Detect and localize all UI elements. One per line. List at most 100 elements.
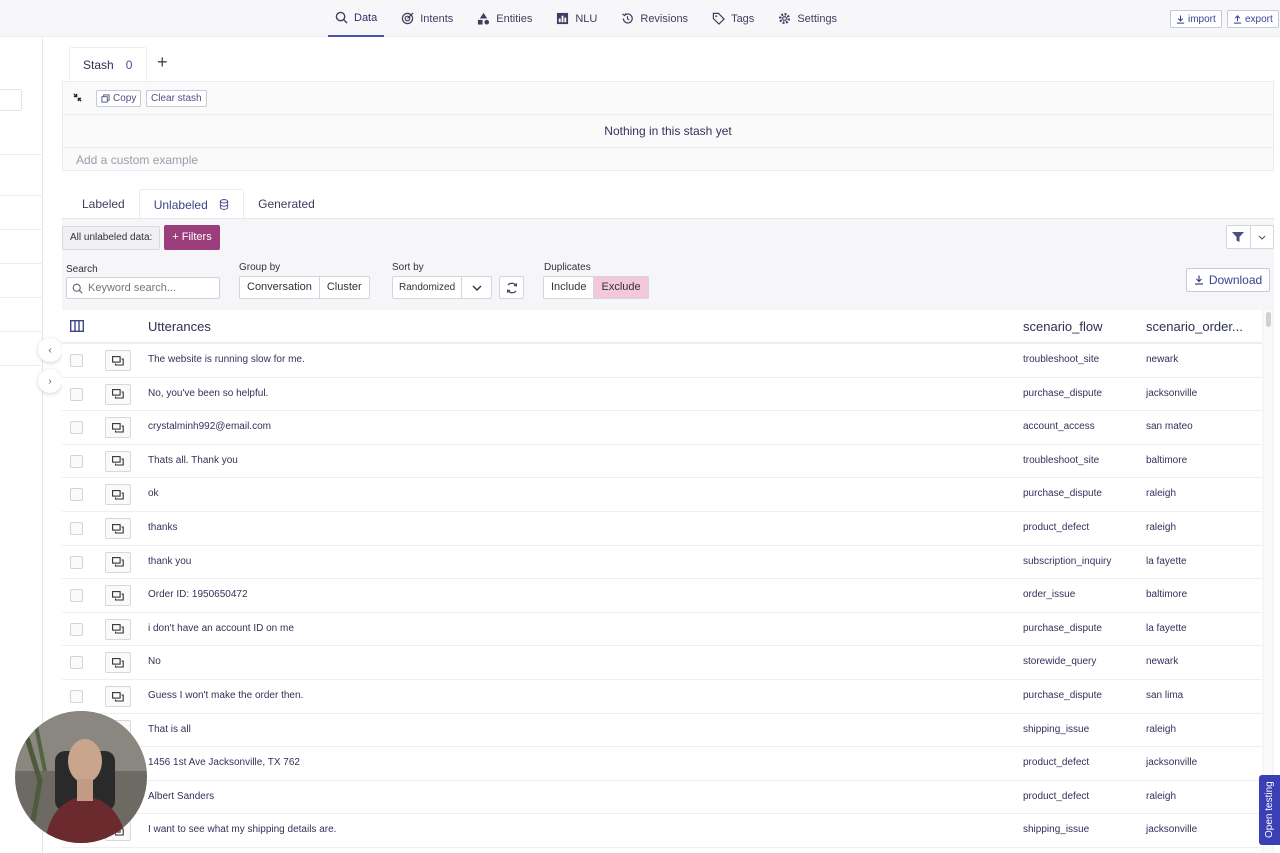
- import-button[interactable]: import: [1170, 10, 1222, 28]
- filter-menu-button[interactable]: [1226, 225, 1274, 249]
- scenario-order-cell: baltimore: [1146, 454, 1188, 466]
- utterance-text: That is all: [148, 723, 191, 735]
- row-checkbox[interactable]: [70, 354, 83, 367]
- custom-example-input[interactable]: Add a custom example: [76, 153, 198, 167]
- view-conversation-button[interactable]: [105, 350, 131, 371]
- view-conversation-button[interactable]: [105, 484, 131, 506]
- open-testing-button[interactable]: Open testing: [1259, 775, 1280, 845]
- column-header-scenario-flow[interactable]: scenario_flow: [1023, 319, 1103, 334]
- table-row[interactable]: The website is running slow for me. troub…: [62, 344, 1262, 378]
- nav-item-revisions[interactable]: Revisions: [614, 0, 695, 37]
- all-data-selector[interactable]: All unlabeled data:: [62, 226, 161, 250]
- collapse-arrows-icon[interactable]: [73, 93, 82, 102]
- expand-right-button[interactable]: ›: [38, 369, 62, 393]
- shapes-icon: [478, 12, 490, 25]
- group-cluster-option[interactable]: Cluster: [318, 277, 369, 298]
- collapse-left-button[interactable]: ‹: [38, 338, 62, 362]
- table-row[interactable]: No, you've been so helpful. purchase_disp…: [62, 378, 1262, 412]
- row-checkbox[interactable]: [70, 387, 83, 401]
- nav-item-settings[interactable]: Settings: [771, 0, 844, 37]
- group-by-label: Group by: [239, 262, 281, 273]
- table-row[interactable]: I want to see what my shipping details a…: [62, 814, 1262, 848]
- nav-label: Tags: [731, 12, 755, 25]
- table-row[interactable]: crystalminh992@email.com account_access sa…: [62, 411, 1262, 445]
- download-button[interactable]: Download: [1186, 268, 1270, 292]
- table-scrollbar[interactable]: [1264, 310, 1272, 853]
- scrollbar-thumb[interactable]: [1266, 312, 1271, 327]
- view-conversation-button[interactable]: [105, 417, 131, 439]
- table-row[interactable]: Order ID: 1950650472 order_issue baltimore: [62, 579, 1262, 613]
- row-checkbox[interactable]: [70, 421, 83, 435]
- view-conversation-button[interactable]: [105, 551, 131, 573]
- table-row[interactable]: 1456 1st Ave Jacksonville, TX 762 product…: [62, 747, 1262, 781]
- divider: [0, 297, 43, 298]
- column-header-utterances[interactable]: Utterances: [148, 319, 211, 334]
- row-checkbox[interactable]: [70, 488, 83, 502]
- chat-icon: [112, 355, 124, 366]
- table-row[interactable]: Thats all. Thank you troubleshoot_site bal…: [62, 445, 1262, 479]
- clear-stash-button[interactable]: Clear stash: [146, 90, 207, 107]
- nav-label: NLU: [575, 12, 598, 25]
- tab-labeled[interactable]: Labeled: [68, 189, 139, 219]
- duplicates-exclude-option[interactable]: Exclude: [593, 277, 648, 298]
- scenario-flow-cell: purchase_dispute: [1023, 622, 1102, 634]
- view-conversation-button[interactable]: [105, 585, 131, 607]
- scenario-flow-cell: product_defect: [1023, 790, 1090, 802]
- duplicates-include-option[interactable]: Include: [544, 277, 593, 298]
- row-checkbox[interactable]: [70, 690, 83, 703]
- search-field[interactable]: [66, 277, 220, 299]
- download-label: Download: [1208, 273, 1263, 287]
- scenario-flow-cell: account_access: [1023, 421, 1095, 433]
- copy-button[interactable]: Copy: [96, 90, 142, 107]
- nav-item-intents[interactable]: Intents: [394, 0, 460, 37]
- view-conversation-button[interactable]: [105, 450, 131, 472]
- stash-tab[interactable]: Stash 0: [69, 47, 147, 81]
- row-checkbox[interactable]: [70, 522, 83, 535]
- utterances-table: Utterances scenario_flow scenario_order.…: [62, 310, 1262, 853]
- view-conversation-button[interactable]: [105, 618, 131, 640]
- add-stash-button[interactable]: +: [157, 52, 168, 73]
- nav-item-entities[interactable]: Entities: [470, 0, 539, 37]
- table-row[interactable]: Guess I won't make the order then. purcha…: [62, 680, 1262, 714]
- view-conversation-button[interactable]: [105, 686, 131, 707]
- columns-icon[interactable]: [70, 320, 84, 332]
- view-conversation-button[interactable]: [105, 652, 131, 674]
- scenario-flow-cell: order_issue: [1023, 589, 1076, 601]
- chat-icon: [112, 657, 124, 668]
- nav-label: Data: [354, 11, 378, 24]
- export-button[interactable]: export: [1227, 10, 1279, 28]
- table-row[interactable]: No storewide_query newark: [62, 646, 1262, 680]
- group-conversation-option[interactable]: Conversation: [240, 277, 319, 298]
- data-tabs: Labeled Unlabeled Generated: [68, 189, 329, 219]
- table-row[interactable]: ok purchase_dispute raleigh: [62, 478, 1262, 512]
- chat-icon: [112, 523, 124, 534]
- search-input[interactable]: [88, 282, 208, 294]
- table-row[interactable]: i don't have an account ID on me purchase…: [62, 613, 1262, 647]
- nav-item-data[interactable]: Data: [328, 0, 385, 37]
- row-checkbox[interactable]: [70, 555, 83, 569]
- row-checkbox[interactable]: [70, 589, 83, 603]
- table-row[interactable]: thanks product_defect raleigh: [62, 512, 1262, 546]
- reshuffle-button[interactable]: [499, 276, 524, 299]
- add-filters-button[interactable]: + Filters: [164, 225, 220, 250]
- table-row[interactable]: thank you subscription_inquiry la fayette: [62, 546, 1262, 580]
- row-checkbox[interactable]: [70, 622, 83, 636]
- bar-chart-icon: [557, 12, 569, 25]
- view-conversation-button[interactable]: [105, 383, 131, 405]
- table-row[interactable]: Albert Sanders product_defect raleigh: [62, 781, 1262, 815]
- utterance-text: Guess I won't make the order then.: [148, 690, 304, 701]
- chevron-down-icon: [461, 277, 491, 298]
- sort-select[interactable]: Randomized: [392, 276, 492, 299]
- column-header-scenario-order[interactable]: scenario_order...: [1146, 319, 1243, 334]
- chat-icon: [112, 691, 124, 702]
- nav-item-tags[interactable]: Tags: [705, 0, 761, 37]
- left-panel-input[interactable]: [0, 89, 22, 111]
- nav-item-nlu[interactable]: NLU: [549, 0, 604, 37]
- tab-unlabeled[interactable]: Unlabeled: [138, 189, 245, 219]
- utterance-text: 1456 1st Ave Jacksonville, TX 762: [148, 757, 300, 769]
- table-row[interactable]: That is all shipping_issue raleigh: [62, 714, 1262, 748]
- row-checkbox[interactable]: [70, 656, 83, 670]
- tab-generated[interactable]: Generated: [244, 189, 329, 219]
- row-checkbox[interactable]: [70, 454, 83, 468]
- view-conversation-button[interactable]: [105, 518, 131, 539]
